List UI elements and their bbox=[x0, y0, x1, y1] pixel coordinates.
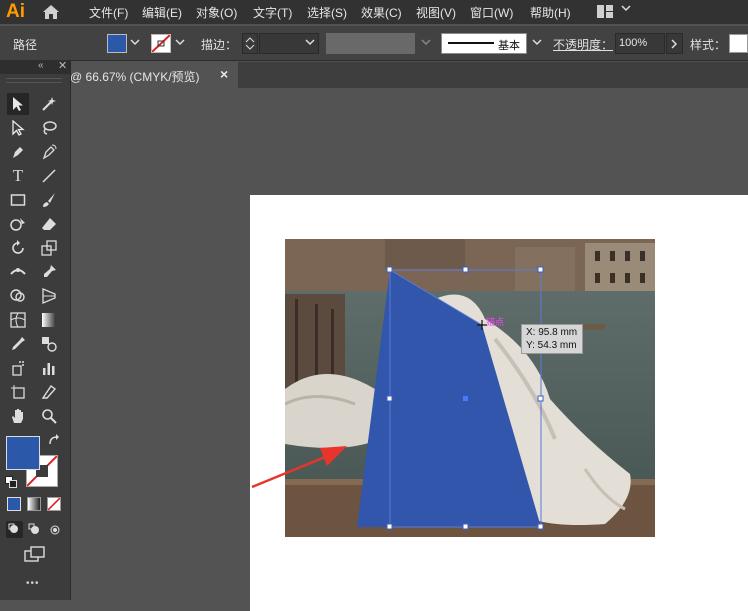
placed-image[interactable] bbox=[285, 239, 655, 537]
tooltip-y: Y: 54.3 mm bbox=[526, 340, 577, 351]
stroke-label: 描边： bbox=[201, 38, 238, 52]
tools-panel-header[interactable]: « ✕ bbox=[0, 60, 70, 74]
gradient-mode-button[interactable] bbox=[27, 497, 41, 511]
document-tab-bar: @ 66.67% (CMYK/预览) × bbox=[70, 62, 748, 88]
panel-close-icon[interactable]: ✕ bbox=[58, 59, 67, 72]
shape-builder-icon[interactable] bbox=[7, 285, 29, 307]
puppet-warp-icon[interactable] bbox=[38, 261, 60, 283]
tooltip-x: X: 95.8 mm bbox=[526, 327, 578, 338]
screen-mode-icon[interactable] bbox=[24, 546, 46, 565]
variable-width-profile[interactable] bbox=[326, 33, 415, 54]
rectangle-tool-icon[interactable] bbox=[7, 189, 29, 211]
menu-file[interactable]: 文件(F) bbox=[89, 4, 128, 21]
document-tab-title: @ 66.67% (CMYK/预览) bbox=[70, 70, 200, 84]
fill-chevron-icon[interactable] bbox=[130, 37, 140, 49]
app-logo: Ai bbox=[6, 1, 25, 22]
hand-tool-icon[interactable] bbox=[7, 405, 29, 427]
workspace-chevron-icon[interactable] bbox=[621, 3, 631, 16]
pen-tool-icon[interactable] bbox=[7, 141, 29, 163]
line-segment-icon[interactable] bbox=[38, 165, 60, 187]
eyedropper-icon[interactable] bbox=[7, 333, 29, 355]
workspace-icon[interactable] bbox=[597, 5, 613, 21]
edit-toolbar-icon[interactable]: ••• bbox=[26, 578, 40, 589]
fill-swatch[interactable] bbox=[107, 34, 127, 53]
opacity-input[interactable]: 100% bbox=[615, 33, 665, 54]
selection-tool-icon[interactable] bbox=[7, 93, 29, 115]
menu-bar: Ai 文件(F) 编辑(E) 对象(O) 文字(T) 选择(S) 效果(C) 视… bbox=[0, 0, 748, 24]
tools-panel: « ✕ T ••• bbox=[0, 60, 71, 600]
menu-window[interactable]: 窗口(W) bbox=[470, 4, 513, 21]
opacity-chevron-icon[interactable] bbox=[666, 33, 683, 54]
swap-colors-icon[interactable] bbox=[48, 434, 62, 451]
fill-color-box[interactable] bbox=[6, 436, 40, 470]
document-tab[interactable]: @ 66.67% (CMYK/预览) × bbox=[70, 62, 238, 88]
control-bar: 路径 描边： 基本 不透明度： 100% 样式： bbox=[0, 26, 748, 61]
panel-grip[interactable] bbox=[6, 78, 62, 83]
brush-chevron-icon[interactable] bbox=[532, 37, 542, 49]
none-mode-button[interactable] bbox=[47, 497, 61, 511]
graphic-style-swatch[interactable] bbox=[729, 34, 748, 53]
lasso-icon[interactable] bbox=[38, 117, 60, 139]
perspective-grid-icon[interactable] bbox=[38, 285, 60, 307]
mesh-tool-icon[interactable] bbox=[7, 309, 29, 331]
rotate-tool-icon[interactable] bbox=[7, 237, 29, 259]
blend-tool-icon[interactable] bbox=[38, 333, 60, 355]
curvature-tool-icon[interactable] bbox=[38, 141, 60, 163]
collapse-panel-icon[interactable]: « bbox=[38, 60, 44, 71]
profile-chevron-icon[interactable] bbox=[421, 37, 431, 49]
default-colors-icon[interactable] bbox=[5, 476, 17, 491]
menu-help[interactable]: 帮助(H) bbox=[530, 4, 571, 21]
width-tool-icon[interactable] bbox=[7, 261, 29, 283]
draw-inside-icon[interactable] bbox=[46, 521, 63, 538]
style-label: 样式： bbox=[690, 38, 727, 52]
opacity-label[interactable]: 不透明度： bbox=[553, 36, 613, 53]
artboard-tool-icon[interactable] bbox=[7, 381, 29, 403]
draw-behind-icon[interactable] bbox=[26, 521, 43, 538]
home-icon[interactable] bbox=[42, 4, 60, 23]
brush-definition[interactable]: 基本 bbox=[441, 33, 527, 54]
eraser-icon[interactable] bbox=[38, 213, 60, 235]
watermark-logo: Bai 经验 bbox=[574, 541, 682, 572]
menu-type[interactable]: 文字(T) bbox=[253, 4, 292, 21]
menu-select[interactable]: 选择(S) bbox=[307, 4, 347, 21]
slice-tool-icon[interactable] bbox=[38, 381, 60, 403]
gradient-tool-icon[interactable] bbox=[38, 309, 60, 331]
stroke-weight-chevron-icon[interactable] bbox=[305, 37, 315, 49]
object-type-label: 路径 bbox=[13, 38, 38, 52]
zoom-tool-icon[interactable] bbox=[38, 405, 60, 427]
scale-tool-icon[interactable] bbox=[38, 237, 60, 259]
anchor-hint-label: 锚点 bbox=[486, 317, 505, 327]
menu-edit[interactable]: 编辑(E) bbox=[142, 4, 182, 21]
color-mode-button[interactable] bbox=[7, 497, 21, 511]
menu-effect[interactable]: 效果(C) bbox=[361, 4, 402, 21]
watermark-url: jingyan.baidu.com bbox=[578, 578, 659, 589]
draw-normal-icon[interactable] bbox=[6, 521, 23, 538]
column-graph-icon[interactable] bbox=[38, 357, 60, 379]
menu-object[interactable]: 对象(O) bbox=[196, 4, 237, 21]
stroke-weight-stepper[interactable] bbox=[242, 33, 258, 54]
brush-definition-label: 基本 bbox=[498, 40, 520, 52]
stroke-swatch[interactable] bbox=[151, 34, 171, 53]
shaper-tool-icon[interactable] bbox=[7, 213, 29, 235]
menu-view[interactable]: 视图(V) bbox=[416, 4, 456, 21]
direct-selection-icon[interactable] bbox=[7, 117, 29, 139]
type-tool-icon[interactable]: T bbox=[7, 165, 29, 187]
stroke-chevron-icon[interactable] bbox=[175, 37, 185, 49]
position-tooltip: X: 95.8 mm Y: 54.3 mm bbox=[521, 324, 583, 354]
document-tab-close-icon[interactable]: × bbox=[220, 66, 228, 82]
symbol-sprayer-icon[interactable] bbox=[7, 357, 29, 379]
magic-wand-icon[interactable] bbox=[38, 93, 60, 115]
paintbrush-icon[interactable] bbox=[38, 189, 60, 211]
